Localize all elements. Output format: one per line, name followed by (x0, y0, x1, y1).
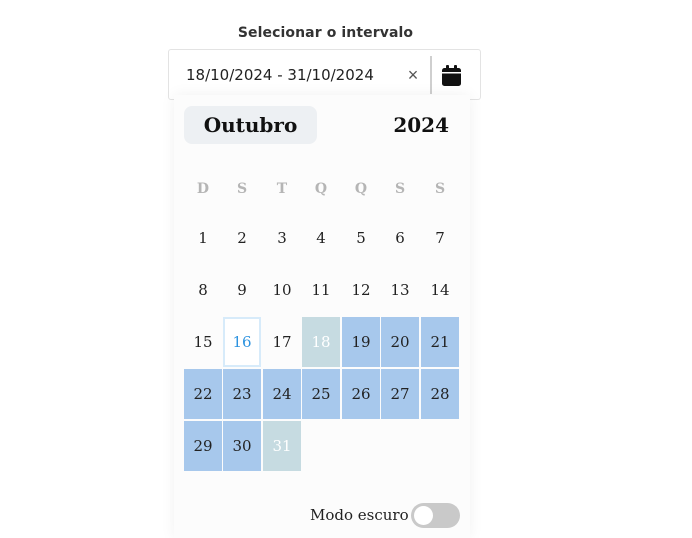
day-cell[interactable]: 22 (184, 369, 222, 419)
weekday-label: S (236, 181, 248, 197)
day-cell[interactable]: 31 (263, 421, 301, 471)
weekday-label: S (434, 181, 446, 197)
day-cell[interactable]: 2 (223, 213, 261, 263)
day-cell[interactable]: 15 (184, 317, 222, 367)
toggle-knob (414, 506, 433, 525)
dark-mode-toggle[interactable] (411, 503, 460, 528)
day-cell[interactable]: 30 (223, 421, 261, 471)
close-icon: × (407, 65, 419, 85)
year-selector[interactable]: 2024 (393, 106, 449, 144)
day-cell[interactable]: 28 (421, 369, 459, 419)
day-cell[interactable]: 8 (184, 265, 222, 315)
dark-mode-label: Modo escuro (310, 506, 409, 524)
day-cell[interactable]: 12 (342, 265, 380, 315)
day-cell[interactable]: 7 (421, 213, 459, 263)
calendar-popup: Outubro 2024 DSTQQSS 1 2 3 4 5 6 7 8 9 10 11 12 13 14… (174, 95, 470, 538)
date-range-value[interactable]: 18/10/2024 - 31/10/2024 (186, 66, 374, 84)
day-cell[interactable]: 17 (263, 317, 301, 367)
day-cell[interactable]: 23 (223, 369, 261, 419)
input-divider (430, 56, 432, 94)
day-cell[interactable]: 13 (381, 265, 419, 315)
day-cell[interactable]: 3 (263, 213, 301, 263)
day-cell[interactable]: 16 (223, 317, 261, 367)
day-cell[interactable]: 25 (302, 369, 340, 419)
calendar-button[interactable] (437, 60, 465, 90)
weekday-label: D (196, 181, 210, 197)
day-cell[interactable]: 20 (381, 317, 419, 367)
weekday-label: Q (314, 181, 328, 197)
day-cell[interactable]: 19 (342, 317, 380, 367)
day-cell[interactable]: 18 (302, 317, 340, 367)
clear-button[interactable]: × (403, 63, 423, 87)
day-cell[interactable]: 5 (342, 213, 380, 263)
day-cell[interactable]: 6 (381, 213, 419, 263)
range-label: Selecionar o intervalo (237, 25, 414, 41)
day-cell[interactable]: 9 (223, 265, 261, 315)
day-cell[interactable]: 4 (302, 213, 340, 263)
weekday-label: T (276, 181, 288, 197)
month-selector[interactable]: Outubro (184, 106, 317, 144)
calendar-icon (441, 64, 461, 86)
day-cell[interactable]: 21 (421, 317, 459, 367)
weekday-label: S (394, 181, 406, 197)
day-cell[interactable]: 11 (302, 265, 340, 315)
day-cell[interactable]: 24 (263, 369, 301, 419)
day-cell[interactable]: 1 (184, 213, 222, 263)
weekday-label: Q (354, 181, 368, 197)
date-range-input[interactable]: 18/10/2024 - 31/10/2024 × (168, 49, 481, 100)
day-cell[interactable]: 10 (263, 265, 301, 315)
day-cell[interactable]: 27 (381, 369, 419, 419)
day-cell[interactable]: 14 (421, 265, 459, 315)
day-cell[interactable]: 29 (184, 421, 222, 471)
day-cell[interactable]: 26 (342, 369, 380, 419)
